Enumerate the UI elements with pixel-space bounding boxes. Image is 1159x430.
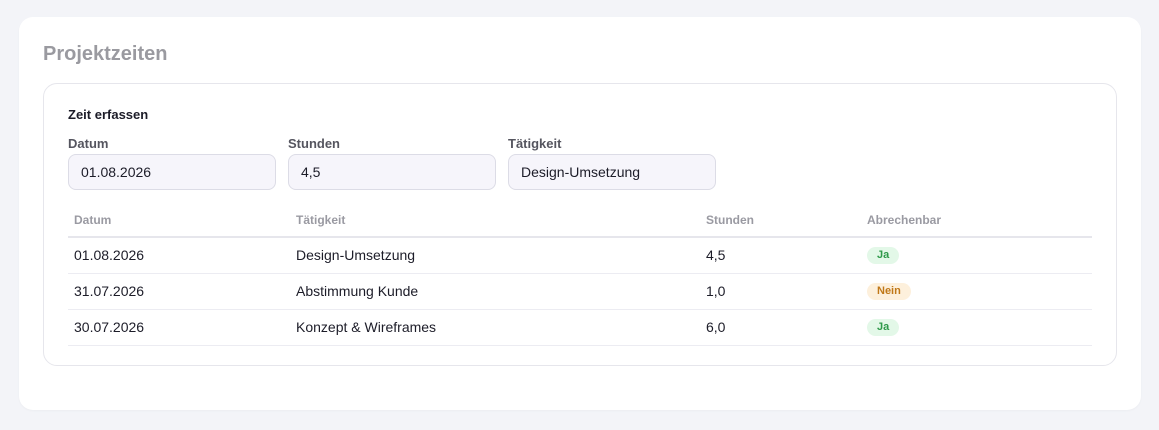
project-times-card: Projektzeiten Zeit erfassen Datum Stunde… [19,17,1141,410]
billable-badge: Ja [867,246,900,264]
time-entry-panel: Zeit erfassen Datum Stunden Tätigkeit Da… [43,83,1117,366]
activity-field: Tätigkeit [508,136,716,190]
table-header: Datum Tätigkeit Stunden Abrechenbar [68,208,1092,238]
column-header-activity: Tätigkeit [296,213,346,227]
activity-label: Tätigkeit [508,136,562,151]
date-field: Datum [68,136,276,190]
table-row: 31.07.2026 Abstimmung Kunde 1,0 Nein [68,274,1092,310]
row-date: 31.07.2026 [74,283,145,299]
row-billable: Nein [867,274,911,309]
column-header-hours: Stunden [706,213,754,227]
column-header-billable: Abrechenbar [867,213,942,227]
row-hours: 6,0 [706,319,726,335]
time-entries-table: Datum Tätigkeit Stunden Abrechenbar 01.0… [68,208,1092,346]
date-input[interactable] [68,154,276,190]
row-date: 01.08.2026 [74,247,145,263]
activity-input[interactable] [508,154,716,190]
billable-badge: Ja [867,318,900,336]
hours-input[interactable] [288,154,496,190]
column-header-date: Datum [74,213,112,227]
row-hours: 4,5 [706,247,726,263]
row-billable: Ja [867,310,900,345]
row-activity: Konzept & Wireframes [296,319,437,335]
row-billable: Ja [867,238,900,273]
row-activity: Abstimmung Kunde [296,283,419,299]
page-title: Projektzeiten [43,43,168,65]
billable-badge: Nein [867,282,911,300]
row-activity: Design-Umsetzung [296,247,416,263]
row-date: 30.07.2026 [74,319,145,335]
table-row: 30.07.2026 Konzept & Wireframes 6,0 Ja [68,310,1092,346]
row-hours: 1,0 [706,283,726,299]
date-label: Datum [68,136,109,151]
form-heading: Zeit erfassen [68,107,149,122]
hours-field: Stunden [288,136,496,190]
hours-label: Stunden [288,136,340,151]
table-row: 01.08.2026 Design-Umsetzung 4,5 Ja [68,238,1092,274]
